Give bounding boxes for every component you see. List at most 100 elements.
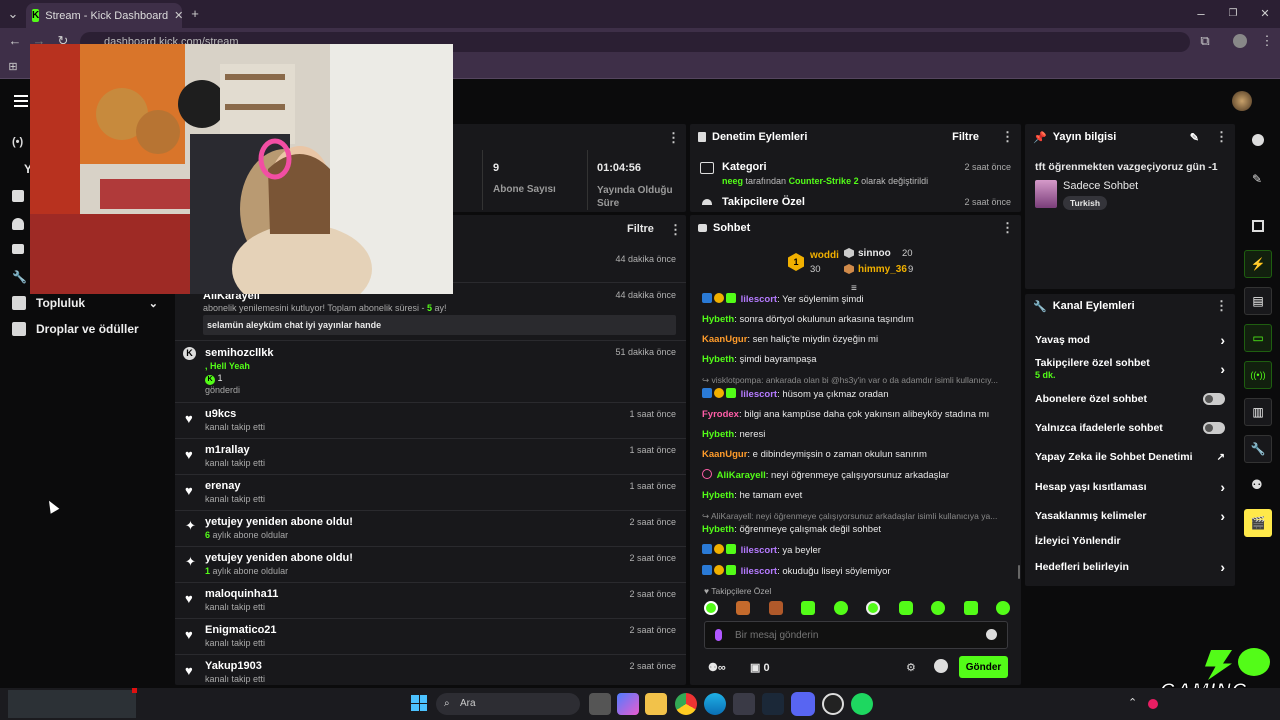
trophy-icon[interactable] — [12, 218, 24, 230]
action-slow-mode[interactable]: Yavaş mod › — [1025, 330, 1235, 350]
minimize-icon[interactable]: – — [1192, 5, 1210, 23]
leaderboard-user[interactable]: sinnoo — [858, 248, 891, 259]
chrome-icon[interactable] — [675, 693, 697, 715]
menu-icon[interactable] — [14, 95, 28, 107]
new-tab-icon[interactable]: + — [186, 5, 204, 23]
action-banned-words[interactable]: Yasaklanmış kelimeler › — [1025, 506, 1235, 526]
action-goals[interactable]: Hedefleri belirleyin › — [1025, 557, 1235, 577]
leaderboard-user[interactable]: woddi — [810, 250, 839, 261]
edit-icon[interactable]: ✎ — [1190, 131, 1199, 144]
category-thumbnail[interactable] — [1035, 180, 1057, 208]
taskbar-preview-thumbnail[interactable] — [8, 690, 136, 718]
fullscreen-icon[interactable] — [1252, 220, 1264, 232]
info-icon[interactable] — [1252, 134, 1264, 146]
quick-action-layout[interactable]: ▥ — [1244, 398, 1272, 426]
gift-subs-button[interactable]: ⚉∞ — [708, 661, 726, 674]
action-ai-moderation[interactable]: Yapay Zeka ile Sohbet Denetimi ↗ — [1025, 447, 1235, 467]
emote-icon[interactable] — [995, 601, 1010, 615]
action-account-age[interactable]: Hesap yaşı kısıtlaması › — [1025, 477, 1235, 497]
chat-user[interactable]: lilescort — [741, 294, 777, 305]
chat-user[interactable]: Hybeth — [702, 429, 734, 440]
chat-user[interactable]: Fyrodex — [702, 409, 739, 420]
activity-filter-button[interactable]: Filtre — [627, 223, 654, 235]
people-icon[interactable]: ⚉ — [1251, 477, 1263, 493]
quick-action-tools[interactable]: 🔧 — [1244, 435, 1272, 463]
stream-nav-icon[interactable]: (•) — [12, 136, 23, 148]
file-explorer-icon[interactable] — [645, 693, 667, 715]
activity-menu-icon[interactable]: ⋮ — [669, 222, 682, 238]
tab-search-icon[interactable]: ⌄ — [4, 5, 22, 23]
action-subs-only[interactable]: Abonelere özel sohbet — [1025, 389, 1235, 409]
clapperboard-icon[interactable]: 🎬 — [1244, 509, 1272, 537]
microphone-icon[interactable] — [715, 629, 722, 641]
chat-user[interactable]: AliKarayell — [717, 470, 766, 481]
edge-icon[interactable] — [704, 693, 726, 715]
emote-icon[interactable] — [963, 601, 978, 615]
maximize-icon[interactable]: ❐ — [1224, 5, 1242, 23]
quick-action-broadcast[interactable]: ((•)) — [1244, 361, 1272, 389]
sidebar-item-droplar[interactable]: Droplar ve ödüller — [0, 316, 172, 342]
chat-menu-icon[interactable]: ⋮ — [1001, 220, 1014, 236]
send-button[interactable]: Gönder — [959, 656, 1008, 678]
steam-icon[interactable] — [762, 693, 784, 715]
spotify-icon[interactable] — [851, 693, 873, 715]
settings-gear-icon[interactable]: ⚙ — [906, 661, 916, 674]
emote-only-toggle[interactable] — [1203, 422, 1225, 434]
quick-action-lightning[interactable]: ⚡ — [1244, 250, 1272, 278]
emote-picker-icon[interactable] — [934, 659, 948, 673]
action-emote-only[interactable]: Yalnızca ifadelerle sohbet — [1025, 418, 1235, 438]
emoji-icon[interactable] — [986, 629, 997, 640]
chat-user[interactable]: Hybeth — [702, 314, 734, 325]
action-host[interactable]: İzleyici Yönlendir — [1025, 531, 1235, 551]
browser-menu-icon[interactable]: ⋮ — [1258, 32, 1276, 50]
emote-icon[interactable] — [801, 601, 816, 615]
quick-action-clipboard[interactable]: ▤ — [1244, 287, 1272, 315]
stream-tag[interactable]: Turkish — [1063, 196, 1108, 210]
chat-input[interactable] — [735, 627, 975, 643]
taskbar-search[interactable]: ⌕ Ara — [436, 693, 580, 715]
stats-menu-icon[interactable]: ⋮ — [667, 130, 680, 146]
chat-user[interactable]: Hybeth — [702, 490, 734, 501]
emote-icon[interactable] — [768, 601, 783, 615]
emote-icon[interactable] — [833, 601, 848, 615]
task-view-icon[interactable] — [589, 693, 611, 715]
back-icon[interactable]: ← — [6, 32, 24, 50]
leaderboard-user[interactable]: himmy_36 — [858, 264, 907, 275]
chat-user[interactable]: lilescort — [741, 389, 777, 400]
emote-icon[interactable] — [898, 601, 913, 615]
apps-icon[interactable]: ⊞ — [4, 58, 22, 76]
tray-app-icon[interactable] — [1148, 699, 1158, 709]
chat-user[interactable]: lilescort — [741, 545, 777, 556]
emote-icon[interactable] — [736, 601, 751, 615]
pencil-icon[interactable]: ✎ — [1252, 172, 1262, 186]
action-followers-only[interactable]: Takipçilere özel sohbet 5 dk. › — [1025, 356, 1235, 382]
chat-scrollbar[interactable] — [1018, 565, 1020, 579]
video-icon[interactable] — [12, 244, 24, 254]
quick-action-chat[interactable]: ▭ — [1244, 324, 1272, 352]
chat-input-box[interactable] — [704, 621, 1008, 649]
chat-user[interactable]: KaanUgur — [702, 334, 747, 345]
copilot-icon[interactable] — [617, 693, 639, 715]
gift-count-button[interactable]: ▣ 0 — [750, 661, 770, 674]
chat-user[interactable]: KaanUgur — [702, 449, 747, 460]
wrench-icon[interactable]: 🔧 — [12, 270, 27, 284]
subs-only-toggle[interactable] — [1203, 393, 1225, 405]
emote-icon[interactable] — [704, 601, 718, 615]
tray-chevron-icon[interactable]: ⌃ — [1128, 696, 1137, 709]
stream-info-menu-icon[interactable]: ⋮ — [1215, 129, 1228, 145]
profile-avatar[interactable] — [1233, 34, 1247, 48]
emote-icon[interactable] — [931, 601, 946, 615]
store-icon[interactable] — [733, 693, 755, 715]
tab-close-icon[interactable]: ✕ — [174, 9, 183, 22]
window-close-icon[interactable]: ✕ — [1256, 5, 1274, 23]
discord-icon[interactable] — [791, 692, 815, 716]
moderation-filter-button[interactable]: Filtre — [952, 131, 979, 143]
stream-category[interactable]: Sadece Sohbet — [1063, 180, 1138, 192]
obs-icon[interactable] — [822, 693, 844, 715]
windows-start-icon[interactable] — [411, 695, 427, 711]
chat-user[interactable]: Hybeth — [702, 354, 734, 365]
chat-user[interactable]: Hybeth — [702, 524, 734, 535]
emote-icon[interactable] — [866, 601, 881, 615]
chat-user[interactable]: lilescort — [741, 566, 777, 577]
moderation-menu-icon[interactable]: ⋮ — [1001, 129, 1014, 145]
